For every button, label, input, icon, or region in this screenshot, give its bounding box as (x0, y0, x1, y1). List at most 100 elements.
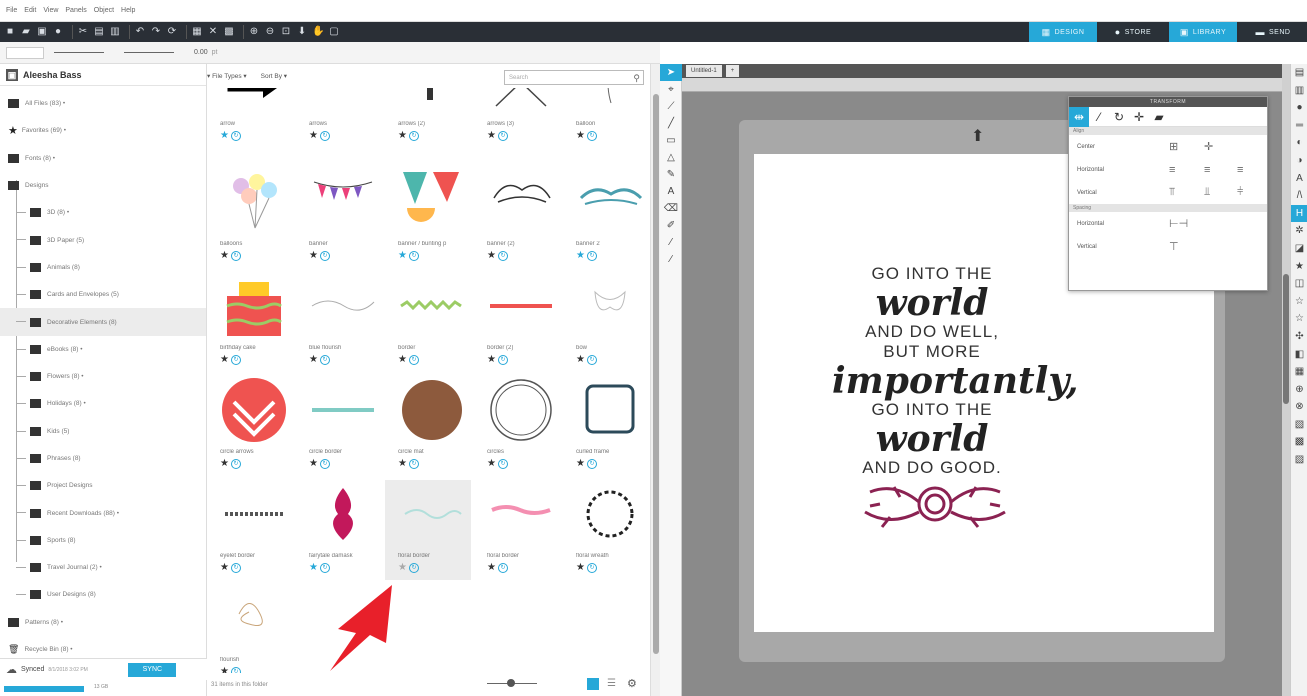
tree-folder[interactable]: Holidays (8) • (0, 390, 206, 417)
cloud-status-icon[interactable]: ↻ (408, 459, 419, 469)
cloud-status-icon[interactable]: ↻ (408, 563, 419, 573)
favorite-star-icon[interactable]: ★ (220, 354, 229, 365)
center-align-icon[interactable]: ⊞ (1169, 140, 1178, 153)
design-thumbnail[interactable] (575, 88, 645, 116)
favorite-star-icon[interactable]: ★ (309, 458, 318, 469)
line-style-select[interactable] (54, 52, 104, 53)
copy-icon[interactable]: ▤ (93, 26, 105, 38)
rotate-tab-icon[interactable]: ↻ (1109, 107, 1129, 127)
select-all-icon[interactable]: ▩ (223, 26, 235, 38)
favorites-icon[interactable]: ☆ (1291, 293, 1307, 311)
cloud-status-icon[interactable]: ↻ (497, 251, 508, 261)
favorite-star-icon[interactable]: ★ (487, 458, 496, 469)
weld-icon[interactable]: ⊕ (1291, 381, 1307, 399)
design-item[interactable]: circles ★ ↻ (474, 376, 560, 476)
menu-panels[interactable]: Panels (65, 7, 86, 14)
design-thumbnail[interactable] (486, 88, 556, 116)
design-item[interactable]: banner ★ ↻ (296, 168, 382, 268)
design-thumbnail[interactable] (397, 272, 467, 340)
line-end-select[interactable] (124, 52, 174, 53)
document-tab[interactable]: Untitled-1 (686, 65, 722, 77)
fill-icon[interactable]: ◐ (1291, 134, 1307, 152)
design-item[interactable]: flourish ★ ↻ (207, 584, 293, 673)
send-icon[interactable]: ▥ (1291, 82, 1307, 100)
design-item[interactable]: banner / bunting p ★ ↻ (385, 168, 471, 268)
move-tab-icon[interactable]: ✛ (1129, 107, 1149, 127)
menu-file[interactable]: File (6, 7, 17, 14)
design-item[interactable]: arrows (3) ★ ↻ (474, 88, 560, 148)
pen-tool-icon[interactable]: ✎ (660, 166, 682, 183)
align-left-icon[interactable]: ≡ (1169, 164, 1175, 176)
design-thumbnail[interactable] (486, 376, 556, 444)
eraser-icon[interactable]: ⌫ (660, 200, 682, 217)
cloud-status-icon[interactable]: ↻ (497, 131, 508, 141)
search-input[interactable]: Search ⚲ (504, 70, 644, 85)
cloud-status-icon[interactable]: ↻ (230, 355, 241, 365)
design-thumbnail[interactable] (397, 480, 467, 548)
paste-icon[interactable]: ▥ (109, 26, 121, 38)
knife-icon[interactable]: ⟋ (660, 98, 682, 115)
brush-icon[interactable]: ✐ (660, 217, 682, 234)
design-thumbnail[interactable] (397, 376, 467, 444)
line-tool-icon[interactable]: ╱ (660, 115, 682, 132)
tree-folder[interactable]: User Designs (8) (0, 581, 206, 608)
sketch-icon[interactable]: ◧ (1291, 346, 1307, 364)
design-thumbnail[interactable] (397, 88, 467, 116)
favorite-star-icon[interactable]: ★ (220, 250, 229, 261)
design-item[interactable]: balloon ★ ↻ (563, 88, 649, 148)
zoom-fit-icon[interactable]: ⊡ (280, 26, 292, 38)
gear-icon[interactable]: ⚙ (627, 677, 637, 690)
favorite-star-icon[interactable]: ★ (576, 250, 585, 261)
pixscan-icon[interactable]: ✣ (1291, 328, 1307, 346)
fit-page-icon[interactable]: ▢ (328, 26, 340, 38)
tree-folder[interactable]: eBooks (8) • (0, 336, 206, 363)
favorite-star-icon[interactable]: ★ (576, 354, 585, 365)
cloud-status-icon[interactable]: ↻ (319, 563, 330, 573)
space-horizontal-icon[interactable]: ⊢⊣ (1169, 217, 1188, 230)
tree-folder[interactable]: Decorative Elements (8) (0, 308, 206, 336)
cloud-status-icon[interactable]: ↻ (319, 131, 330, 141)
design-thumbnail[interactable] (575, 168, 645, 236)
cloud-status-icon[interactable]: ↻ (319, 251, 330, 261)
cloud-status-icon[interactable]: ↻ (497, 563, 508, 573)
cloud-status-icon[interactable]: ↻ (408, 251, 419, 261)
floral-ornament[interactable] (860, 472, 1010, 542)
design-thumbnail[interactable] (308, 272, 378, 340)
favorite-star-icon[interactable]: ★ (398, 354, 407, 365)
favorite-star-icon[interactable]: ★ (576, 458, 585, 469)
center-crosshair-icon[interactable]: ✛ (1204, 140, 1213, 153)
favorite-star-icon[interactable]: ★ (487, 130, 496, 141)
list-view-icon[interactable]: ☰ (607, 678, 616, 689)
design-item[interactable]: bow ★ ↻ (563, 272, 649, 372)
trace-icon[interactable]: ★ (1291, 258, 1307, 276)
cloud-status-icon[interactable]: ↻ (230, 459, 241, 469)
design-item[interactable]: floral border ★ ↻ (474, 480, 560, 580)
design-thumbnail[interactable] (486, 480, 556, 548)
tree-folder[interactable]: ★ Favorites (69) • (0, 117, 206, 144)
zoom-in-icon[interactable]: ⊕ (248, 26, 260, 38)
align-middle-icon[interactable]: ⫫ (1204, 186, 1210, 199)
favorite-star-icon[interactable]: ★ (220, 562, 229, 573)
space-vertical-icon[interactable]: ⊤ (1169, 240, 1179, 253)
design-item[interactable]: arrows (2) ★ ↻ (385, 88, 471, 148)
tab-library[interactable]: ▣ LIBRARY (1169, 22, 1237, 42)
canvas-scroll-thumb[interactable] (1283, 274, 1289, 404)
line-color-swatch[interactable] (6, 46, 44, 59)
rectangle-tool-icon[interactable]: ▭ (660, 132, 682, 149)
new-tab-button[interactable]: + (725, 65, 740, 77)
align-top-icon[interactable]: ⫪ (1169, 186, 1175, 199)
file-types-dropdown[interactable]: ▾ File Types ▾ (207, 72, 247, 80)
thumb-size-handle[interactable] (507, 679, 515, 687)
cloud-status-icon[interactable]: ↻ (586, 251, 597, 261)
cloud-status-icon[interactable]: ↻ (408, 355, 419, 365)
design-thumbnail[interactable] (219, 584, 289, 652)
sketch-pen-icon[interactable]: ∕ (660, 251, 682, 268)
tab-design[interactable]: ▦ DESIGN (1029, 22, 1097, 42)
design-item[interactable]: balloons ★ ↻ (207, 168, 293, 268)
design-thumbnail[interactable] (308, 168, 378, 236)
tree-folder[interactable]: Sports (8) (0, 527, 206, 554)
tab-send[interactable]: ▬ SEND (1239, 22, 1307, 42)
cloud-status-icon[interactable]: ↻ (230, 563, 241, 573)
line-style-icon[interactable]: ═ (1291, 117, 1307, 135)
content-scrollbar[interactable] (650, 64, 660, 696)
